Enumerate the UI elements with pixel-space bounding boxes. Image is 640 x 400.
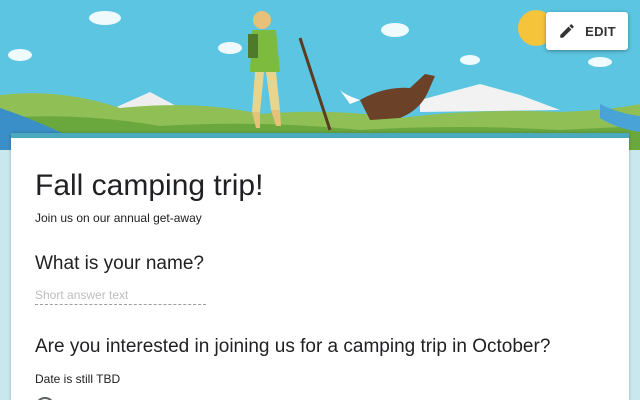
theme-accent-bar — [11, 133, 629, 138]
form-description: Join us on our annual get-away — [35, 211, 202, 225]
short-answer-input[interactable]: Short answer text — [35, 285, 206, 305]
header-banner — [0, 0, 640, 150]
form-card: Fall camping trip! Join us on our annual… — [11, 133, 629, 400]
camping-illustration — [0, 0, 640, 150]
question-interest-description: Date is still TBD — [35, 372, 121, 386]
pencil-icon — [558, 22, 576, 40]
question-interest-title: Are you interested in joining us for a c… — [35, 336, 551, 357]
form-title: Fall camping trip! — [35, 169, 264, 202]
edit-button[interactable]: EDIT — [546, 12, 628, 50]
edit-label: EDIT — [585, 23, 616, 39]
question-name-title: What is your name? — [35, 253, 204, 274]
